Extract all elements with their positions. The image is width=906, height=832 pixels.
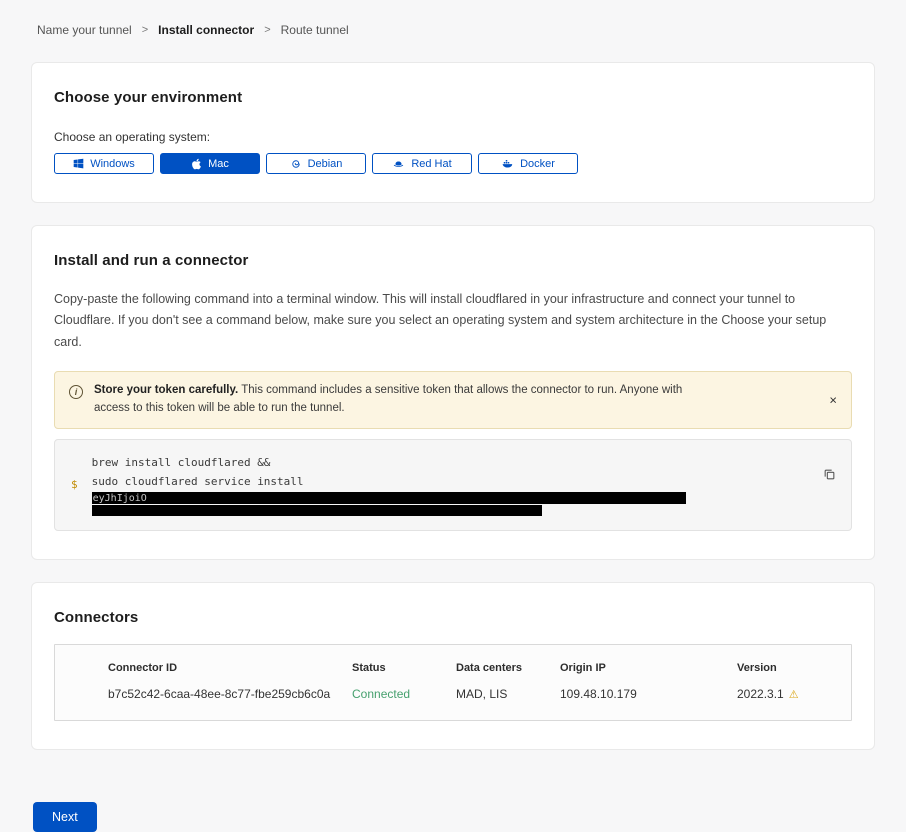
col-header-data-centers: Data centers	[456, 662, 560, 674]
breadcrumb-separator: >	[264, 24, 270, 36]
token-warning-text: Store your token carefully. This command…	[94, 382, 689, 418]
command-line-1: brew install cloudflared &&	[92, 453, 686, 472]
install-command-block[interactable]: $ brew install cloudflared && sudo cloud…	[54, 439, 852, 531]
os-button-redhat[interactable]: Red Hat	[372, 153, 472, 174]
token-warning-alert: i Store your token carefully. This comma…	[54, 371, 852, 430]
token-prefix: eyJhIjoiO	[92, 493, 147, 504]
environment-card: Choose your environment Choose an operat…	[31, 62, 875, 203]
install-connector-card: Install and run a connector Copy-paste t…	[31, 225, 875, 560]
redacted-token-bar	[92, 505, 542, 516]
origin-ip-cell: 109.48.10.179	[560, 687, 737, 701]
connectors-card: Connectors Connector ID Status Data cent…	[31, 582, 875, 750]
breadcrumb-step-route-tunnel[interactable]: Route tunnel	[281, 23, 349, 37]
command-line-2: sudo cloudflared service install	[92, 472, 686, 491]
os-button-mac[interactable]: Mac	[160, 153, 260, 174]
next-button[interactable]: Next	[33, 802, 97, 832]
os-button-label: Windows	[90, 158, 135, 170]
os-button-docker[interactable]: Docker	[478, 153, 578, 174]
os-button-label: Docker	[520, 158, 555, 170]
version-warning-icon: ⚠	[789, 688, 799, 701]
col-header-status: Status	[352, 662, 456, 674]
os-button-group: Windows Mac Debian	[54, 153, 852, 174]
breadcrumb-step-install-connector[interactable]: Install connector	[158, 23, 254, 37]
version-value: 2022.3.1	[737, 687, 784, 701]
os-button-label: Mac	[208, 158, 229, 170]
breadcrumb-step-name-tunnel[interactable]: Name your tunnel	[37, 23, 132, 37]
info-icon: i	[69, 385, 83, 399]
status-badge: Connected	[352, 687, 456, 701]
os-button-debian[interactable]: Debian	[266, 153, 366, 174]
redhat-icon	[392, 158, 405, 170]
install-command: brew install cloudflared && sudo cloudfl…	[92, 453, 686, 516]
table-row: b7c52c42-6caa-48ee-8c77-fbe259cb6c0a Con…	[108, 687, 851, 701]
windows-icon	[73, 158, 84, 169]
apple-icon	[191, 158, 202, 170]
os-select-label: Choose an operating system:	[54, 130, 852, 144]
token-warning-title: Store your token carefully.	[94, 384, 238, 396]
connectors-table-header: Connector ID Status Data centers Origin …	[108, 662, 851, 674]
col-header-connector-id: Connector ID	[108, 662, 352, 674]
breadcrumb-separator: >	[142, 24, 148, 36]
os-button-windows[interactable]: Windows	[54, 153, 154, 174]
col-header-origin-ip: Origin IP	[560, 662, 737, 674]
install-instructions: Copy-paste the following command into a …	[54, 289, 852, 353]
os-button-label: Red Hat	[411, 158, 451, 170]
page: Name your tunnel > Install connector > R…	[0, 0, 906, 832]
data-centers-cell: MAD, LIS	[456, 687, 560, 701]
breadcrumb: Name your tunnel > Install connector > R…	[31, 0, 875, 37]
close-icon[interactable]: ×	[829, 394, 837, 407]
col-header-version: Version	[737, 662, 851, 674]
connectors-table: Connector ID Status Data centers Origin …	[54, 644, 852, 721]
install-card-title: Install and run a connector	[54, 252, 852, 269]
debian-icon	[290, 158, 302, 170]
version-cell: 2022.3.1 ⚠	[737, 687, 851, 701]
os-button-label: Debian	[308, 158, 343, 170]
docker-icon	[501, 158, 514, 170]
environment-card-title: Choose your environment	[54, 89, 852, 106]
connectors-card-title: Connectors	[54, 609, 852, 626]
redacted-token-line: eyJhIjoiO	[92, 492, 686, 504]
copy-icon[interactable]	[821, 466, 838, 486]
connector-id-cell: b7c52c42-6caa-48ee-8c77-fbe259cb6c0a	[108, 687, 352, 701]
shell-prompt: $	[71, 478, 78, 491]
